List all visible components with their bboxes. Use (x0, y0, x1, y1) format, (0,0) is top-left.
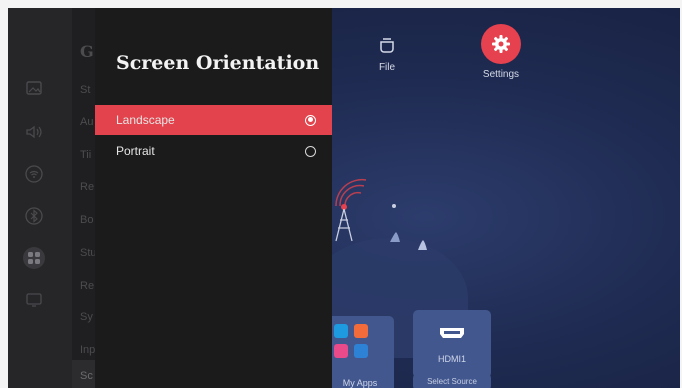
signal-tower-illustration (335, 178, 427, 250)
settings-menu-header: G (80, 42, 94, 61)
app-tile-icon (354, 344, 368, 358)
apps-icon[interactable] (23, 247, 45, 269)
picture-icon[interactable] (24, 78, 44, 98)
settings-menu-item[interactable]: Tii (80, 149, 91, 161)
screen-orientation-dialog: Screen Orientation Landscape Portrait (95, 8, 332, 388)
file-label: File (378, 62, 396, 73)
file-app[interactable]: File (366, 34, 408, 73)
tv-screen: File Settings My Apps HDMI1 Select Sourc… (8, 8, 680, 388)
settings-category-rail (8, 8, 72, 388)
settings-menu-item[interactable]: Au (80, 116, 93, 128)
folder-icon (376, 34, 398, 56)
landscape-option[interactable]: Landscape (95, 105, 332, 135)
app-tile-icon (334, 324, 348, 338)
wifi-icon[interactable] (24, 164, 44, 184)
portrait-option[interactable]: Portrait (95, 136, 332, 166)
app-tile-icon (354, 324, 368, 338)
radio-checked-icon[interactable] (305, 114, 316, 126)
settings-menu-item[interactable]: Re (80, 280, 94, 292)
my-apps-card[interactable]: My Apps (326, 316, 394, 388)
app-tile-icon (334, 344, 348, 358)
hdmi-icon (440, 328, 464, 338)
sound-icon[interactable] (24, 122, 44, 142)
my-apps-label: My Apps (342, 378, 378, 388)
landscape-label: Landscape (116, 113, 175, 127)
hdmi1-card[interactable]: HDMI1 (413, 310, 491, 378)
settings-menu-item[interactable]: Inp (80, 344, 95, 356)
screen-icon[interactable] (24, 290, 44, 310)
settings-menu-item[interactable]: Re (80, 181, 94, 193)
portrait-label: Portrait (116, 144, 155, 158)
settings-menu-item[interactable]: Sy (80, 311, 93, 323)
select-source-button[interactable]: Select Source (413, 374, 491, 388)
radio-unchecked-icon[interactable] (305, 145, 316, 157)
dialog-title: Screen Orientation (116, 52, 320, 74)
settings-menu-item[interactable]: St (80, 84, 90, 96)
settings-app[interactable]: Settings (471, 24, 531, 80)
settings-menu-item-selected[interactable]: Sc (80, 370, 93, 382)
settings-menu-item[interactable]: Bo (80, 214, 93, 226)
hdmi1-label: HDMI1 (437, 354, 466, 364)
settings-label: Settings (482, 69, 520, 80)
bluetooth-icon[interactable] (24, 206, 44, 226)
gear-icon (481, 24, 521, 64)
